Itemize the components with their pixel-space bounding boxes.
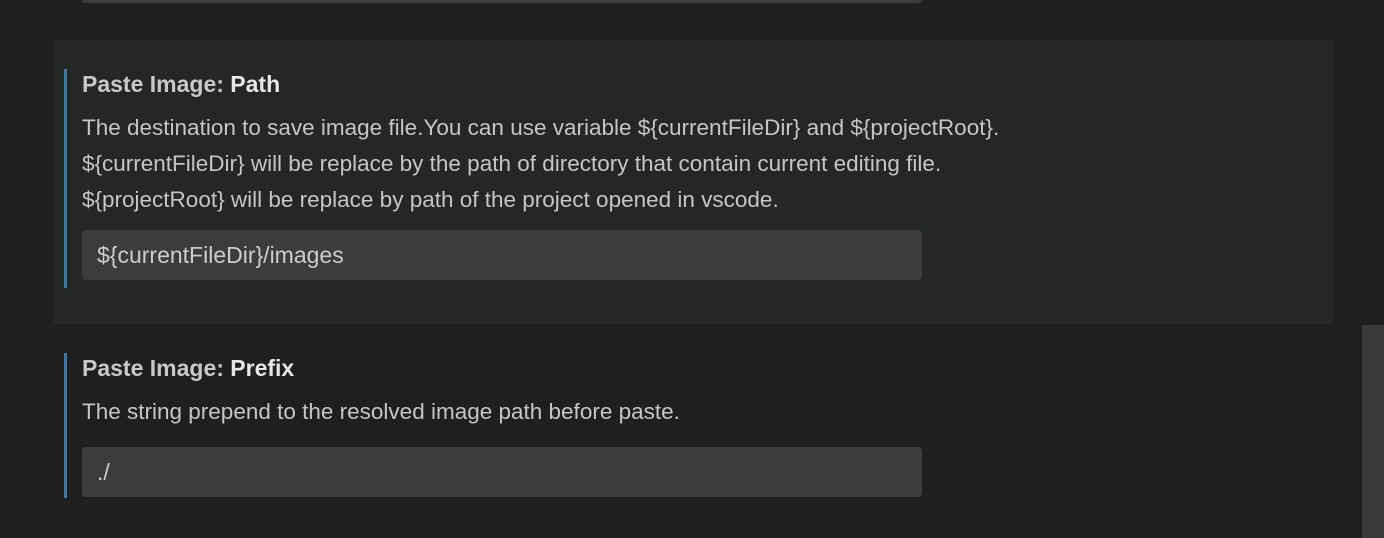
settings-editor: Paste Image: Path The destination to sav… bbox=[0, 0, 1384, 538]
setting-paste-image-path[interactable]: Paste Image: Path The destination to sav… bbox=[54, 40, 1334, 324]
setting-name: Prefix bbox=[230, 355, 295, 381]
setting-paste-image-prefix[interactable]: Paste Image: Prefix The string prepend t… bbox=[54, 324, 1334, 538]
description-line: The destination to save image file.You c… bbox=[82, 115, 1000, 140]
vertical-scrollbar-thumb[interactable] bbox=[1362, 325, 1384, 538]
description-line: The string prepend to the resolved image… bbox=[82, 399, 680, 424]
setting-body: Paste Image: Prefix The string prepend t… bbox=[64, 353, 1334, 498]
previous-setting-input[interactable] bbox=[82, 0, 922, 3]
setting-title: Paste Image: Path bbox=[82, 69, 1334, 99]
setting-category: Paste Image: bbox=[82, 355, 231, 381]
description-line: ${currentFileDir} will be replace by the… bbox=[82, 151, 942, 176]
path-input[interactable] bbox=[82, 230, 922, 280]
setting-title: Paste Image: Prefix bbox=[82, 353, 1334, 383]
description-line: ${projectRoot} will be replace by path o… bbox=[82, 187, 779, 212]
prefix-input[interactable] bbox=[82, 447, 922, 497]
setting-name: Path bbox=[230, 71, 281, 97]
setting-body: Paste Image: Path The destination to sav… bbox=[64, 69, 1334, 288]
setting-description: The string prepend to the resolved image… bbox=[82, 393, 1334, 430]
setting-description: The destination to save image file.You c… bbox=[82, 109, 1334, 218]
setting-category: Paste Image: bbox=[82, 71, 231, 97]
